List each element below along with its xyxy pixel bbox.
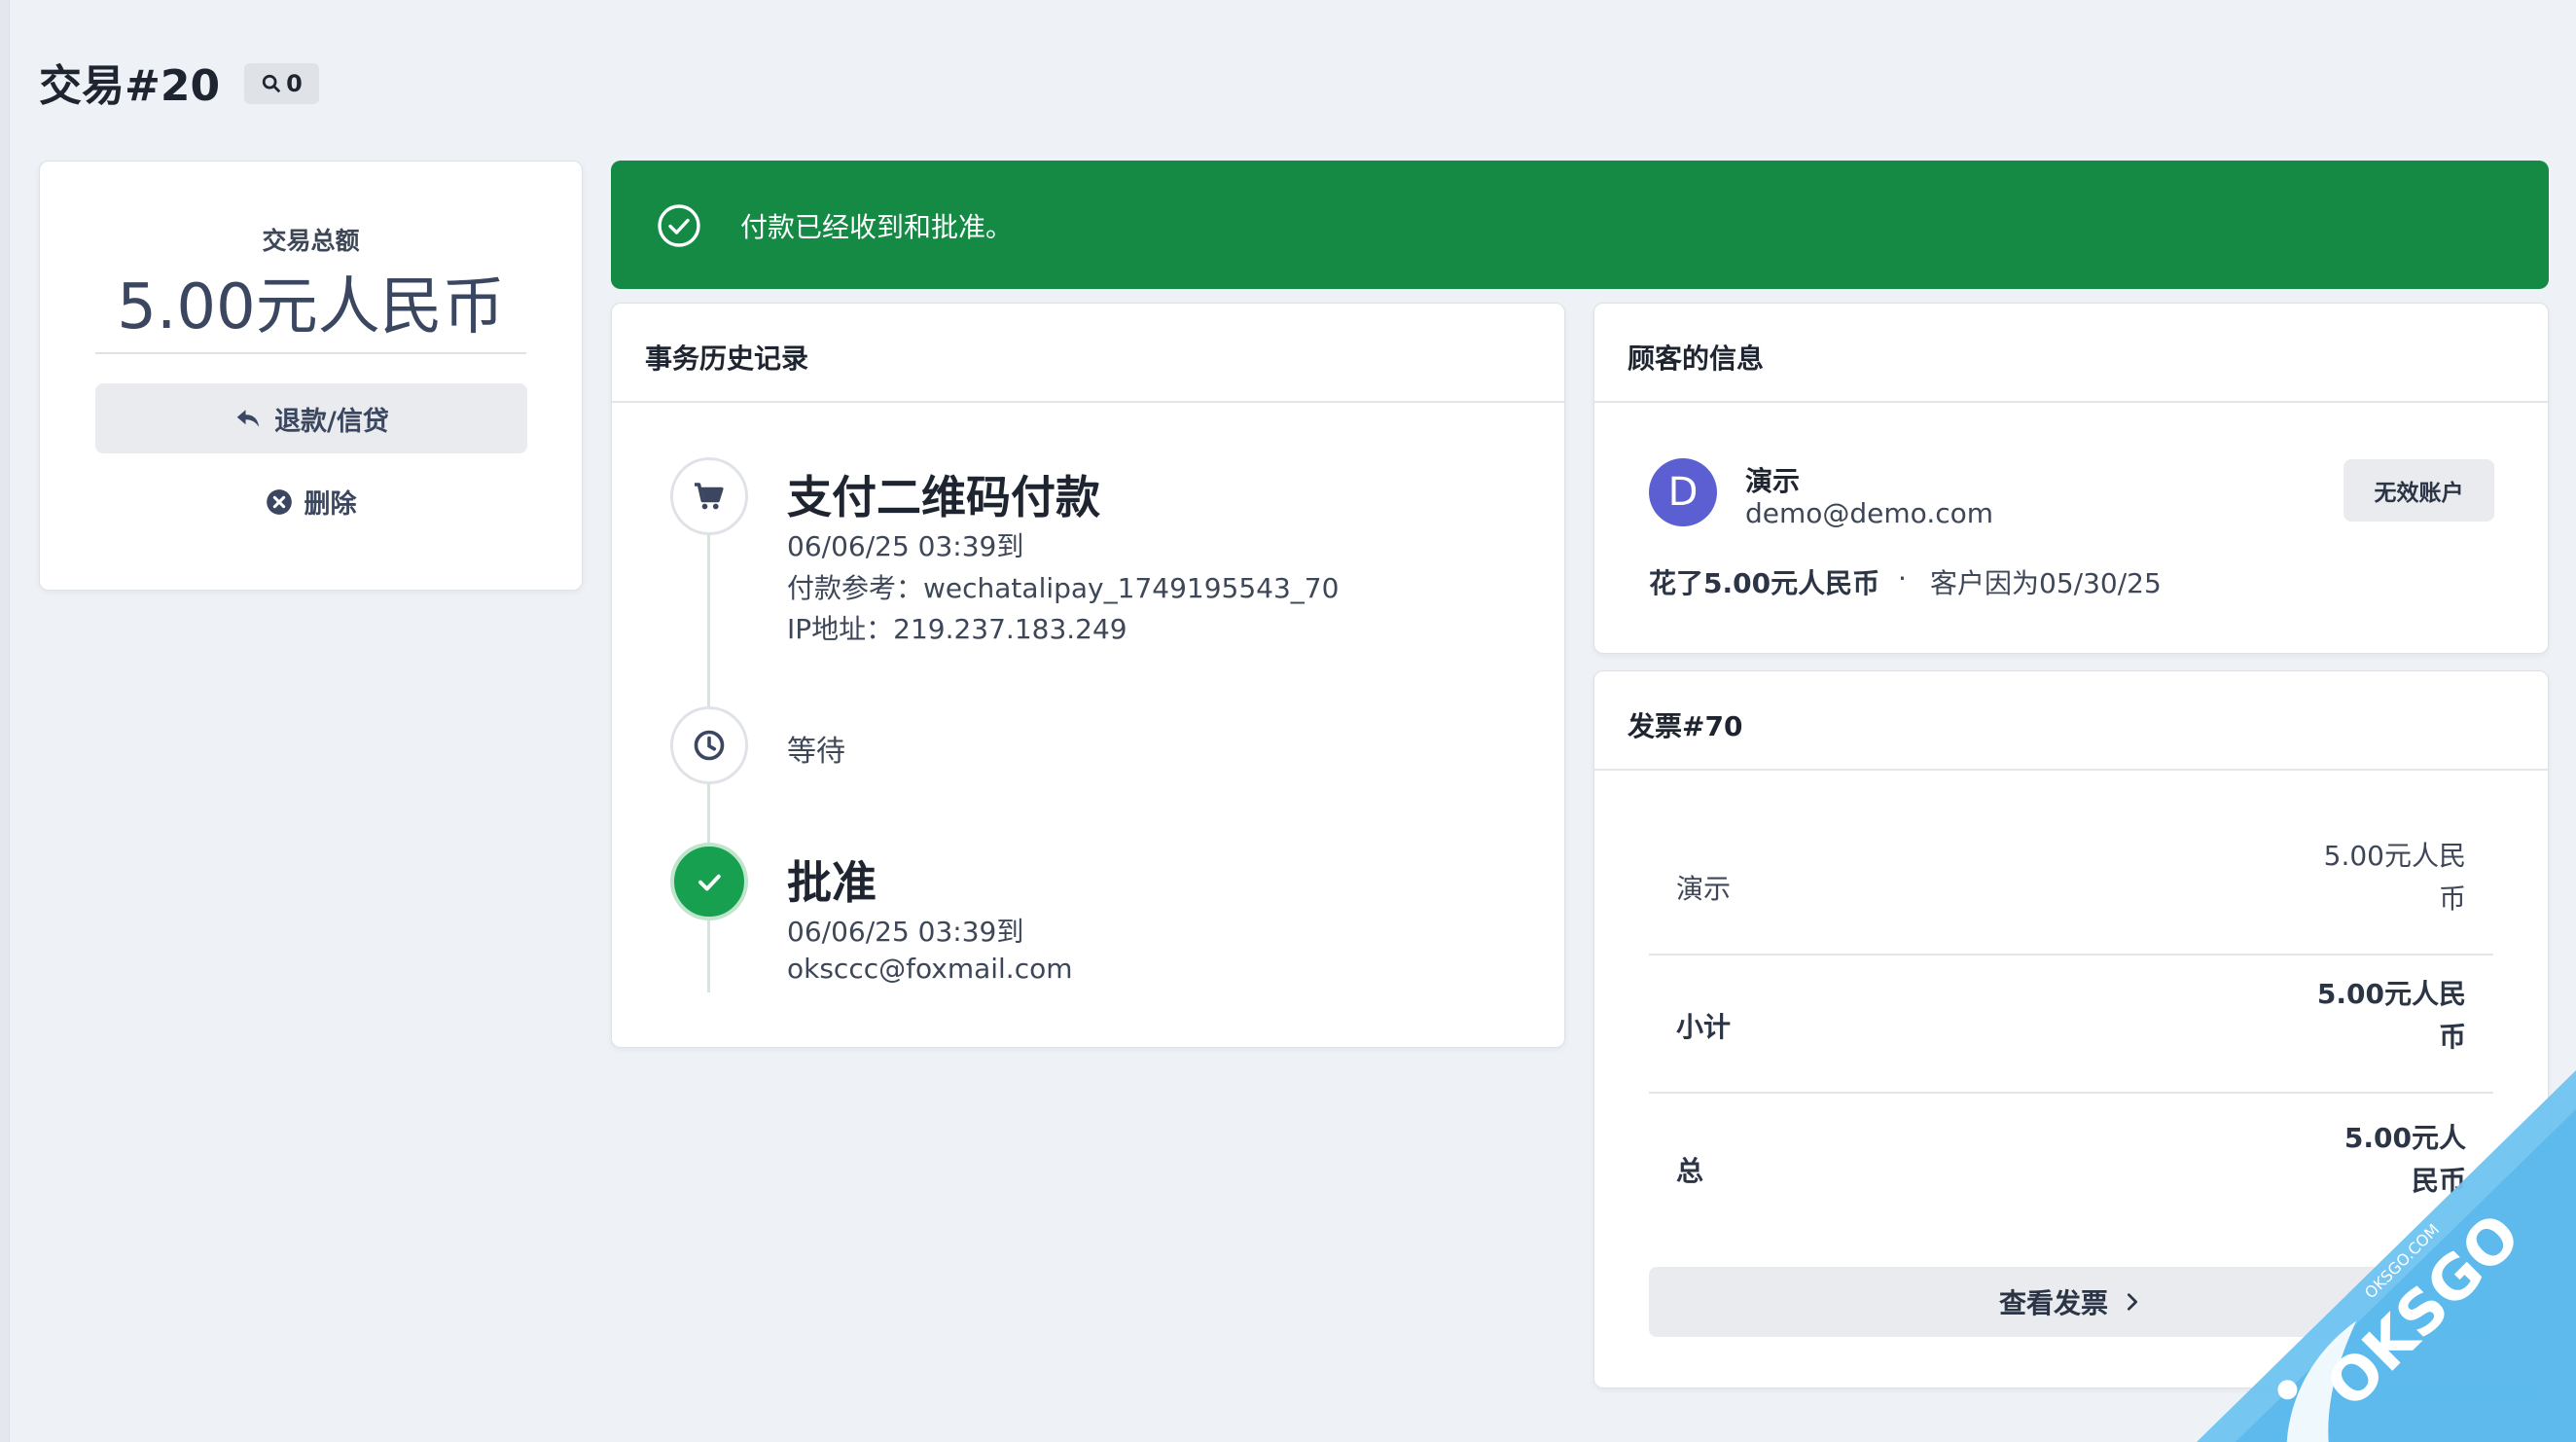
timeline-node-payment (670, 457, 748, 535)
line-item-value: 5.00元人民 币 (2324, 835, 2466, 920)
left-edge (0, 0, 10, 1442)
page-title: 交易#20 (39, 61, 221, 111)
oksgo-watermark-logo: OKSGO OKSGO.COM (2197, 1070, 2576, 1442)
customer-title: 顾客的信息 (1628, 342, 1765, 375)
refund-credit-button[interactable]: 退款/信贷 (95, 383, 527, 453)
clock-icon (694, 730, 725, 761)
total-label: 总 (1676, 1155, 1704, 1187)
event-title: 等待 (787, 735, 845, 769)
timeline-node-approved (670, 843, 748, 920)
event-email: oksccc@foxmail.com (787, 953, 1073, 985)
separator-dot: · (1898, 562, 1907, 595)
history-title: 事务历史记录 (645, 342, 809, 375)
event-title: 支付二维码付款 (787, 471, 1100, 523)
history-header: 事务历史记录 (612, 304, 1564, 403)
customer-info-card: 顾客的信息 D 演示 demo@demo.com 无效账户 花了5.00元人民币… (1593, 303, 2549, 654)
subtotal-value: 5.00元人民 币 (2317, 973, 2466, 1059)
invalidate-account-button[interactable]: 无效账户 (2343, 459, 2494, 522)
value-line: 币 (2438, 1021, 2466, 1053)
reply-arrow-icon (236, 410, 260, 427)
check-icon (698, 874, 721, 891)
customer-email: demo@demo.com (1745, 497, 1994, 529)
invoice-header: 发票#70 (1594, 671, 2548, 771)
customer-since: 客户因为05/30/25 (1930, 567, 2162, 599)
banner-message: 付款已经收到和批准。 (740, 211, 1014, 243)
transaction-history-card: 事务历史记录 支付二维码付款 06/06/25 03:39到 付款参考：wech… (611, 303, 1565, 1048)
view-invoice-label: 查看发票 (1998, 1287, 2108, 1319)
close-circle-icon (266, 488, 292, 515)
customer-spent: 花了5.00元人民币 (1649, 567, 1880, 599)
avatar[interactable]: D (1649, 458, 1717, 526)
subtotal-label: 小计 (1676, 1011, 1732, 1043)
line-item-label: 演示 (1676, 873, 1732, 905)
divider (95, 352, 526, 354)
delete-button[interactable]: 删除 (40, 483, 582, 521)
chevron-right-icon (2127, 1293, 2138, 1311)
timeline-node-pending (670, 706, 748, 784)
event-reference: 付款参考：wechatalipay_1749195543_70 (787, 572, 1340, 604)
value-line: 5.00元人民 (2316, 978, 2466, 1010)
view-count: 0 (286, 70, 303, 97)
total-label: 交易总额 (262, 227, 360, 255)
event-ip: IP地址：219.237.183.249 (787, 613, 1127, 645)
view-count-badge[interactable]: 0 (244, 63, 319, 104)
cart-icon (695, 483, 724, 510)
search-icon (262, 74, 281, 93)
payment-success-banner: 付款已经收到和批准。 (611, 161, 2549, 289)
value-line: 币 (2438, 883, 2466, 915)
refund-label: 退款/信贷 (274, 406, 389, 437)
total-amount: 5.00元人民币 (117, 271, 505, 343)
value-line: 5.00元人民 (2323, 840, 2466, 872)
delete-label: 删除 (304, 489, 357, 520)
event-title: 批准 (787, 856, 877, 909)
event-date: 06/06/25 03:39到 (787, 530, 1024, 562)
transaction-summary-card: 交易总额 5.00元人民币 退款/信贷 删除 (39, 161, 583, 591)
customer-name[interactable]: 演示 (1745, 460, 1800, 499)
customer-header: 顾客的信息 (1594, 304, 2548, 403)
invoice-title: 发票#70 (1628, 710, 1743, 742)
check-circle-icon (658, 204, 700, 247)
invoice-line-item: 演示 5.00元人民 币 (1649, 819, 2493, 955)
event-date: 06/06/25 03:39到 (787, 916, 1024, 948)
